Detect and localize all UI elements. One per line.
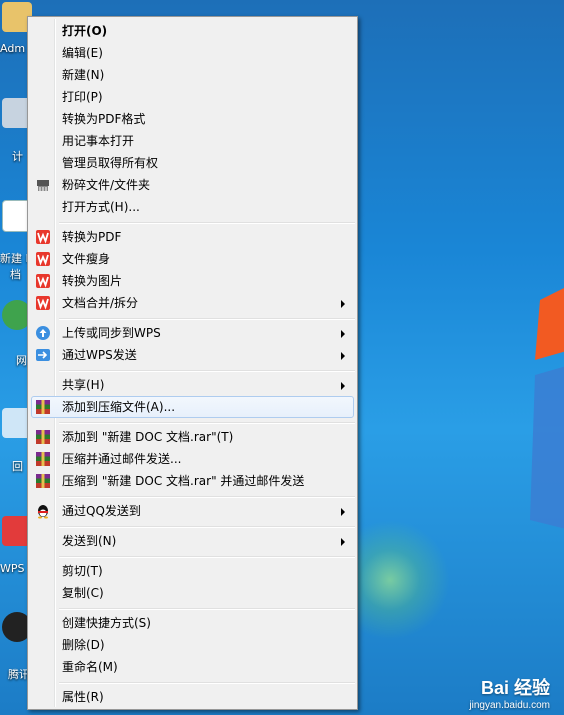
menu-separator [59,608,355,610]
menu-item-label: 复制(C) [62,586,104,600]
send-arrow-icon [36,349,50,361]
shredder-icon [37,180,49,191]
menu-item-label: 用记事本打开 [62,134,135,148]
menu-separator [59,318,355,320]
menu-item-label: 上传或同步到WPS [62,326,161,340]
menu-item-label: 删除(D) [62,638,105,652]
menu-separator [59,556,355,558]
menu-item-cut[interactable]: 剪切(T) [31,560,354,582]
menu-item-merge-split[interactable]: 文档合并/拆分 [31,292,354,314]
menu-item-label: 通过WPS发送 [62,348,137,362]
menu-item-add-to-rar[interactable]: 添加到 "新建 DOC 文档.rar"(T) [31,426,354,448]
submenu-arrow-icon [341,382,345,390]
wps-icon [36,230,50,244]
menu-item-label: 编辑(E) [62,46,103,60]
menu-item-label: 打印(P) [62,90,103,104]
winrar-icon [36,400,50,414]
menu-separator [59,222,355,224]
desktop-icon-label[interactable]: 新建 I [0,250,29,266]
winrar-icon [36,452,50,466]
watermark-logo: Bai 经验 [480,678,550,698]
menu-item-rename[interactable]: 重命名(M) [31,656,354,678]
menu-item-create-shortcut[interactable]: 创建快捷方式(S) [31,612,354,634]
desktop-icon-label[interactable]: 网 [16,352,27,368]
menu-item-convert-image[interactable]: 转换为图片 [31,270,354,292]
menu-item-label: 添加到 "新建 DOC 文档.rar"(T) [62,430,234,444]
menu-item-label: 发送到(N) [62,534,117,548]
baidu-watermark: Bai 经验 jingyan.baidu.com [469,674,550,711]
wps-icon [36,252,50,266]
menu-item-label: 打开方式(H)... [62,200,140,214]
menu-item-label: 转换为PDF格式 [62,112,146,126]
watermark-url: jingyan.baidu.com [469,700,550,711]
menu-item-share[interactable]: 共享(H) [31,374,354,396]
menu-item-label: 通过QQ发送到 [62,504,141,518]
desktop-icon-label[interactable]: Adm [0,42,25,55]
menu-item-open-with[interactable]: 打开方式(H)... [31,196,354,218]
submenu-arrow-icon [341,330,345,338]
menu-separator [59,682,355,684]
menu-item-send-via-qq[interactable]: 通过QQ发送到 [31,500,354,522]
submenu-arrow-icon [341,352,345,360]
menu-item-delete[interactable]: 删除(D) [31,634,354,656]
menu-item-label: 文件瘦身 [62,252,111,266]
menu-item-label: 压缩到 "新建 DOC 文档.rar" 并通过邮件发送 [62,474,305,488]
menu-item-upload-wps[interactable]: 上传或同步到WPS [31,322,354,344]
windows-logo [530,288,564,529]
menu-item-print[interactable]: 打印(P) [31,86,354,108]
menu-item-edit[interactable]: 编辑(E) [31,42,354,64]
menu-item-label: 共享(H) [62,378,105,392]
menu-item-copy[interactable]: 复制(C) [31,582,354,604]
menu-item-compress-email[interactable]: 压缩并通过邮件发送... [31,448,354,470]
menu-item-label: 剪切(T) [62,564,103,578]
menu-item-open[interactable]: 打开(O) [31,20,354,42]
menu-item-open-with-notepad[interactable]: 用记事本打开 [31,130,354,152]
menu-separator [59,526,355,528]
menu-item-label: 转换为PDF [62,230,122,244]
winrar-icon [36,430,50,444]
context-menu: 打开(O) 编辑(E) 新建(N) 打印(P) 转换为PDF格式 用记事本打开 … [27,16,358,710]
menu-item-send-via-wps[interactable]: 通过WPS发送 [31,344,354,366]
menu-item-properties[interactable]: 属性(R) [31,686,354,708]
menu-item-label: 文档合并/拆分 [62,296,139,310]
menu-item-file-slim[interactable]: 文件瘦身 [31,248,354,270]
menu-separator [59,422,355,424]
menu-item-add-to-archive[interactable]: 添加到压缩文件(A)... [31,396,354,418]
menu-item-label: 添加到压缩文件(A)... [62,400,176,414]
wps-icon [36,274,50,288]
menu-item-convert-pdf-format[interactable]: 转换为PDF格式 [31,108,354,130]
menu-item-convert-pdf[interactable]: 转换为PDF [31,226,354,248]
desktop-icon-label[interactable]: WPS [0,562,25,575]
qq-icon [38,505,48,519]
menu-item-label: 重命名(M) [62,660,118,674]
submenu-arrow-icon [341,538,345,546]
winrar-icon [36,474,50,488]
menu-item-label: 新建(N) [62,68,105,82]
menu-item-label: 转换为图片 [62,274,123,288]
menu-item-shred[interactable]: 粉碎文件/文件夹 [31,174,354,196]
menu-separator [59,496,355,498]
menu-item-label: 创建快捷方式(S) [62,616,151,630]
menu-item-label: 属性(R) [62,690,104,704]
desktop-icon-label[interactable]: 回 [12,458,23,474]
menu-item-label: 压缩并通过邮件发送... [62,452,182,466]
menu-item-take-ownership[interactable]: 管理员取得所有权 [31,152,354,174]
desktop-icon-label[interactable]: 计 [12,148,23,164]
menu-item-label: 打开(O) [62,24,108,38]
desktop-icon-label[interactable]: 档 [10,266,21,282]
submenu-arrow-icon [341,300,345,308]
menu-item-label: 粉碎文件/文件夹 [62,178,151,192]
menu-item-new[interactable]: 新建(N) [31,64,354,86]
menu-separator [59,370,355,372]
menu-item-send-to[interactable]: 发送到(N) [31,530,354,552]
cloud-upload-icon [36,326,50,340]
submenu-arrow-icon [341,508,345,516]
menu-item-compress-rar-email[interactable]: 压缩到 "新建 DOC 文档.rar" 并通过邮件发送 [31,470,354,492]
wps-icon [36,296,50,310]
menu-item-label: 管理员取得所有权 [62,156,159,170]
